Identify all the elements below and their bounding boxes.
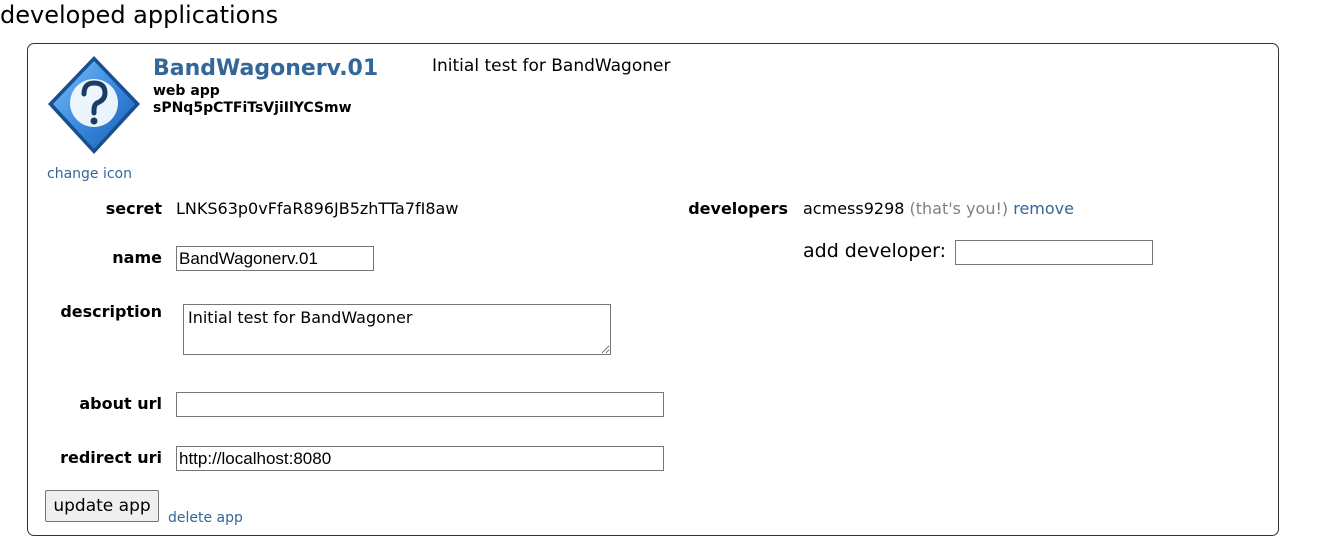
delete-app-link[interactable]: delete app [168,510,243,526]
description-textarea[interactable]: Initial test for BandWagoner [183,304,611,355]
developer-you-note: (that's you!) [909,199,1009,218]
name-input[interactable] [176,246,374,271]
developer-name: acmess9298 [803,199,905,218]
developers-list: acmess9298 (that's you!) remove [803,199,1074,218]
name-label: name [112,248,162,267]
secret-label: secret [105,199,162,218]
add-developer-input[interactable] [955,240,1153,265]
about-url-label: about url [79,394,162,413]
question-mark-icon[interactable] [46,54,142,156]
page-heading: developed applications [0,1,279,29]
app-client-id: sPNq5pCTFiTsVjiIlYCSmw [153,100,352,116]
remove-developer-link[interactable]: remove [1013,199,1074,218]
developers-label: developers [688,199,788,218]
add-developer-label: add developer: [803,240,947,262]
update-app-button[interactable]: update app [45,490,159,522]
app-type: web app [153,83,220,99]
redirect-uri-label: redirect uri [60,448,162,467]
change-icon-link[interactable]: change icon [47,166,132,182]
secret-value: LNKS63p0vFfaR896JB5zhTTa7fI8aw [176,199,459,218]
about-url-input[interactable] [176,392,664,417]
app-name: BandWagonerv.01 [153,56,379,81]
description-label: description [60,302,162,321]
redirect-uri-input[interactable] [176,446,664,471]
app-description-summary: Initial test for BandWagoner [432,56,671,76]
app-details-panel: BandWagonerv.01 web app sPNq5pCTFiTsVjiI… [27,43,1279,536]
